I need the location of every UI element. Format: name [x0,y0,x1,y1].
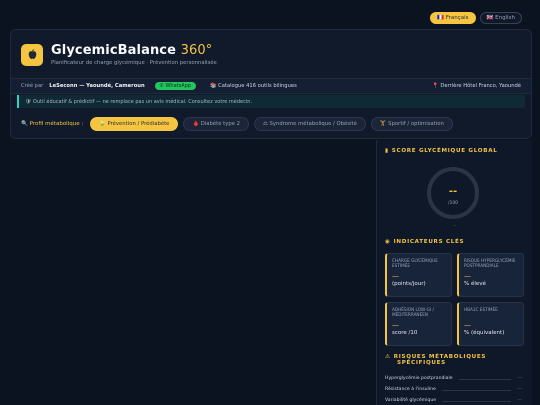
language-switcher: 🇫🇷 Français 🇬🇧 English [430,12,522,24]
app-header: GlycemicBalance 360° Planificateur de ch… [21,43,217,66]
indicator-hba1c: HBA1C ESTIMÉE — % (équivalent) [457,302,524,346]
profile-selector: 🔍 Profil métabolique : 🍃 Prévention / Pr… [21,117,453,131]
risks-title: ⚠ RISQUES MÉTABOLIQUES SPÉCIFIQUES [385,354,487,366]
chart-icon: ▮ [385,148,389,154]
indicators-title: ◉ INDICATEURS CLÉS [385,239,465,245]
risk-row: Résistance à l'insuline — [385,387,522,392]
score-value: -- [448,186,458,197]
lang-english-button[interactable]: 🇬🇧 English [479,12,522,24]
risk-row: Hyperglycémie postprandiale — [385,376,522,381]
app-title-accent: 360° [180,43,213,58]
app-subtitle: Planificateur de charge glycémique · Pré… [51,60,217,66]
indicator-glycemic-load: CHARGE GLYCÉMIQUE ESTIMÉE — (points/jour… [385,253,452,297]
profile-chip-prevention[interactable]: 🍃 Prévention / Prédiabète [90,117,179,131]
indicator-hyperglycemia-risk: RISQUE HYPERGLYCÉMIE POSTPRANDIALE — % é… [457,253,524,297]
indicator-low-gi-adherence: ADHÉSION LOW-GI / MÉDITERRANÉEN — score … [385,302,452,346]
warning-icon: ⚠ [385,354,391,360]
app-title: GlycemicBalance 360° [51,43,213,58]
whatsapp-button[interactable]: ✆ WhatsApp [154,82,196,90]
score-label: – [453,223,456,229]
meta-bar: Créé par LeSeconn — Yaoundé, Cameroun ✆ … [11,78,531,94]
header-card: GlycemicBalance 360° Planificateur de ch… [10,29,532,139]
apple-icon [21,43,43,66]
profile-chip-metabolic[interactable]: ⚖ Syndrome métabolique / Obésité [254,117,366,131]
disclaimer-notice: 🛡 Outil éducatif & prédictif — ne rempla… [17,95,525,108]
profile-chip-diabetes[interactable]: 🩸 Diabète type 2 [183,117,250,131]
created-by-label: Créé par [21,83,44,89]
catalogue-link[interactable]: 📚 Catalogue 416 outils bilingues [210,83,297,89]
risk-row: Variabilité glycémique — [385,398,522,403]
profile-chip-sport[interactable]: 🏋 Sportif / optimisation [370,117,453,131]
results-panel: ▮ SCORE GLYCÉMIQUE GLOBAL -- /100 – ◉ INDI… [376,140,532,405]
target-icon: ◉ [385,239,391,245]
score-unit: /100 [447,201,459,206]
lang-french-button[interactable]: 🇫🇷 Français [430,12,476,24]
score-title: ▮ SCORE GLYCÉMIQUE GLOBAL [385,148,498,154]
score-gauge: -- /100 [427,167,479,219]
author-link[interactable]: LeSeconn — Yaoundé, Cameroun [49,83,144,89]
profile-label: 🔍 Profil métabolique : [21,121,84,127]
location-text: 📍 Derrière Hôtel Franco, Yaoundé [432,83,521,89]
